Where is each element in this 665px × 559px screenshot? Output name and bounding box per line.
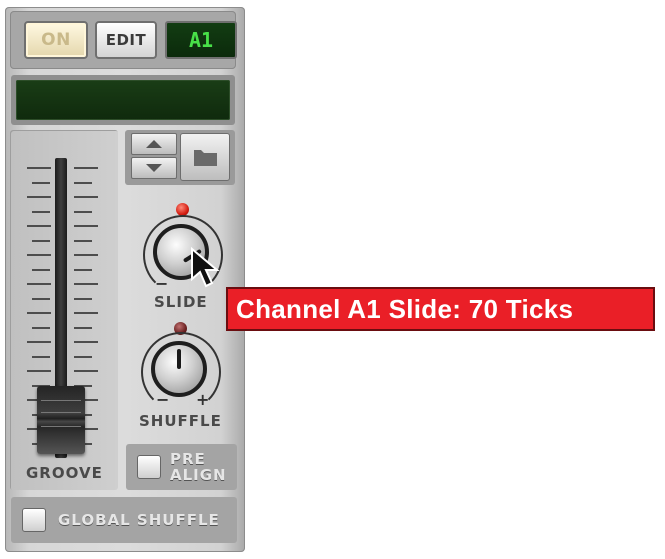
pre-align-checkbox[interactable] xyxy=(137,455,161,479)
fader-tick-mark xyxy=(27,254,51,256)
fader-tick-mark xyxy=(32,239,50,242)
browse-patch-button[interactable] xyxy=(180,133,230,181)
patch-name-screen xyxy=(16,80,230,120)
fader-tick-mark xyxy=(74,355,92,358)
edit-button[interactable]: EDIT xyxy=(95,21,157,59)
shuffle-label: SHUFFLE xyxy=(139,412,222,430)
fader-tick-mark xyxy=(74,312,98,314)
handle-grip xyxy=(41,412,81,413)
arrow-down-icon xyxy=(146,164,162,172)
fader-tick-mark xyxy=(74,254,98,256)
fader-tick-mark xyxy=(32,210,50,213)
fader-tick-mark xyxy=(74,326,92,329)
shuffle-knob[interactable] xyxy=(151,341,207,397)
channel-header: ON EDIT A1 xyxy=(10,11,237,69)
pre-align-label-line1: PRE xyxy=(170,450,206,468)
patch-down-button[interactable] xyxy=(131,157,177,179)
fader-tick-mark xyxy=(74,268,92,271)
fader-tick-mark xyxy=(27,225,51,227)
fader-tick-mark xyxy=(74,225,98,227)
fader-tick-mark xyxy=(74,239,92,242)
fader-tick-mark xyxy=(32,297,50,300)
fader-tick-mark xyxy=(32,181,50,184)
patch-name-display xyxy=(11,75,235,125)
global-shuffle-checkbox[interactable] xyxy=(22,508,46,532)
shuffle-max-mark: + xyxy=(196,390,210,409)
shuffle-min-mark: − xyxy=(156,390,170,409)
fader-tick-mark xyxy=(74,196,98,198)
fader-tick-mark xyxy=(74,181,92,184)
arrow-up-icon xyxy=(146,140,162,148)
handle-grip xyxy=(41,400,81,401)
fader-tick-mark xyxy=(32,355,50,358)
groove-fader-handle[interactable] xyxy=(37,386,85,454)
fader-tick-mark xyxy=(27,370,51,372)
fader-tick-mark xyxy=(27,312,51,314)
fader-tick-mark xyxy=(32,326,50,329)
fader-tick-mark xyxy=(74,370,98,372)
fader-tick-mark xyxy=(27,167,51,169)
fader-tick-mark xyxy=(74,297,92,300)
mouse-pointer-icon xyxy=(191,247,220,288)
patch-up-button[interactable] xyxy=(131,133,177,155)
handle-grip xyxy=(41,426,81,427)
groove-label: GROOVE xyxy=(26,464,103,482)
slide-label: SLIDE xyxy=(154,293,208,311)
slide-min-mark: − xyxy=(155,274,169,293)
fader-tick-mark xyxy=(32,268,50,271)
fader-tick-mark xyxy=(27,283,51,285)
fader-tick-mark xyxy=(74,210,92,213)
global-shuffle-label: GLOBAL SHUFFLE xyxy=(58,511,220,529)
fader-tick-mark xyxy=(74,167,98,169)
shuffle-knob-pointer xyxy=(177,349,181,369)
pre-align-label-line2: ALIGN xyxy=(170,466,227,484)
channel-display: A1 xyxy=(165,21,237,59)
fader-tick-mark xyxy=(74,283,98,285)
on-button[interactable]: ON xyxy=(24,21,88,59)
folder-icon xyxy=(194,150,217,166)
pre-align-label: PRE ALIGN xyxy=(170,451,227,483)
fader-tick-mark xyxy=(27,341,51,343)
fader-tick-mark xyxy=(27,196,51,198)
fader-tick-mark xyxy=(74,341,98,343)
slide-value-tooltip: Channel A1 Slide: 70 Ticks xyxy=(226,287,655,331)
